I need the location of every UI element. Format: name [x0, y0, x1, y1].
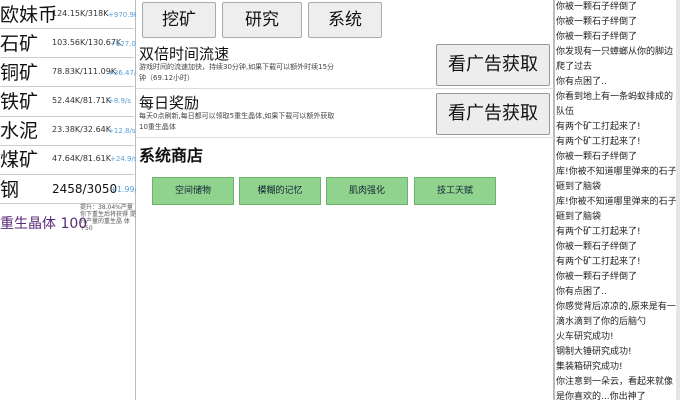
resource-row-coin: 欧妹币 124.15K/318K +970.9K/s: [0, 2, 136, 28]
resource-rate: +970.9K/s: [108, 11, 136, 19]
resource-amount: 124.15K/318K: [52, 9, 109, 18]
resource-rate: +36.47/s: [108, 69, 136, 77]
resource-rate: +8.9/s: [108, 97, 132, 105]
resource-row-coal: 煤矿 47.64K/81.61K +24.9/s: [0, 147, 136, 173]
resource-rate: +24.9/s: [110, 155, 136, 163]
resource-name: 石矿: [0, 33, 39, 55]
log-line: 砸到了脑袋: [556, 182, 602, 192]
rebirth-crystal-info: 提升：38.04%产量 你下重生后将获得 提升产量的重生晶 体+50: [80, 204, 136, 232]
resource-amount: 78.83K/111.09K: [52, 67, 117, 76]
watch-ad-button[interactable]: 看广告获取: [436, 93, 550, 135]
log-line: 你被一颗石子绊倒了: [556, 152, 638, 162]
resource-row-steel: 钢 2458/3050 +1.99/s: [0, 177, 136, 203]
log-line: 有两个矿工打起来了!: [556, 227, 641, 237]
resource-row-iron: 铁矿 52.44K/81.71K +8.9/s: [0, 89, 136, 115]
log-line: 有两个矿工打起来了!: [556, 257, 641, 267]
log-line: 你被一颗石子绊倒了: [556, 272, 638, 282]
card-description: 每天0点刷新,每日都可以领取5重生晶体,如果下载可以额外获取10重生晶体: [139, 112, 335, 131]
resource-rate: +127.07/s: [110, 40, 136, 48]
log-line: 库!你被不知道哪里弹来的石子: [556, 197, 677, 207]
divider: [0, 145, 134, 146]
log-list: 你被一颗石子绊倒了 你被一颗石子绊倒了 你被一颗石子绊倒了 你发现有一只蟑螂从你的脚边…: [555, 0, 680, 400]
card-title: 双倍时间流速: [139, 45, 230, 63]
resource-amount: 47.64K/81.61K: [52, 154, 111, 163]
shop-item-muscle[interactable]: 肌肉强化: [326, 177, 408, 205]
double-speed-card: 双倍时间流速 游戏时间的流速加快，持续30分钟,如果下载可以额外时续15分钟（6…: [136, 41, 554, 89]
log-line: 你被一颗石子绊倒了: [556, 2, 638, 12]
log-line: 有两个矿工打起来了!: [556, 137, 641, 147]
log-line: 你被一颗石子绊倒了: [556, 242, 638, 252]
resource-name: 铁矿: [0, 91, 39, 113]
resource-name: 水泥: [0, 120, 39, 142]
divider: [0, 174, 134, 175]
log-scrollbar[interactable]: [676, 0, 680, 400]
log-line: 你有点困了..: [556, 287, 607, 297]
resource-rate: +1.99/s: [110, 185, 136, 194]
log-line: 有两个矿工打起来了!: [556, 122, 641, 132]
rebirth-crystal-label: 重生晶体 100: [0, 216, 88, 232]
divider: [0, 116, 134, 117]
watch-ad-button[interactable]: 看广告获取: [436, 44, 550, 86]
log-line: 你有点困了..: [556, 77, 607, 87]
resource-name: 钢: [0, 179, 20, 201]
log-line: 你看到地上有一条蚂蚁排成的: [556, 92, 674, 102]
shop-title: 系统商店: [139, 146, 204, 165]
resource-name: 铜矿: [0, 62, 39, 84]
log-line: 你发现有一只蟑螂从你的脚边: [556, 47, 674, 57]
divider: [0, 28, 134, 29]
shop-item-memory[interactable]: 模糊的记忆: [239, 177, 321, 205]
log-line: 队伍: [556, 107, 575, 117]
tab-research[interactable]: 研究: [222, 2, 302, 38]
log-line: 你感觉背后凉凉的,原来是有一: [556, 302, 676, 312]
log-line: 是你喜欢的...你出神了: [556, 392, 646, 400]
resource-name: 煤矿: [0, 149, 39, 171]
log-line: 集装箱研究成功!: [556, 362, 623, 372]
shop-item-storage[interactable]: 空间储物: [152, 177, 234, 205]
resource-amount: 52.44K/81.71K: [52, 96, 111, 105]
log-line: 你被一颗石子绊倒了: [556, 17, 638, 27]
tab-system[interactable]: 系统: [308, 2, 382, 38]
log-line: 库!你被不知道哪里弹来的石子: [556, 167, 677, 177]
resource-amount: 23.38K/32.64K: [52, 125, 111, 134]
resource-name: 欧妹币: [0, 4, 58, 26]
resource-row-copper: 铜矿 78.83K/111.09K +36.47/s: [0, 60, 136, 86]
log-line: 爬了过去: [556, 62, 593, 72]
log-line: 你注意到一朵云，看起来就像: [556, 377, 674, 387]
main-panel: 挖矿 研究 系统 双倍时间流速 游戏时间的流速加快，持续30分钟,如果下载可以额…: [136, 0, 554, 400]
log-line: 钢制大锤研究成功!: [556, 347, 632, 357]
log-line: 你被一颗石子绊倒了: [556, 32, 638, 42]
log-line: 滴水滴到了你的后脑勺: [556, 317, 647, 327]
card-description: 游戏时间的流速加快，持续30分钟,如果下载可以额外时续15分钟（69.12小时）: [139, 63, 335, 82]
log-line: 砸到了脑袋: [556, 212, 602, 222]
divider: [0, 86, 134, 87]
resource-amount: 2458/3050: [52, 182, 118, 196]
card-title: 每日奖励: [139, 94, 200, 112]
divider: [0, 57, 134, 58]
log-line: 火车研究成功!: [556, 332, 614, 342]
tab-mining[interactable]: 挖矿: [142, 2, 216, 38]
resource-row-stone: 石矿 103.56K/130.67K +127.07/s: [0, 31, 136, 57]
resource-row-cement: 水泥 23.38K/32.64K +12.8/s: [0, 118, 136, 144]
daily-reward-card: 每日奖励 每天0点刷新,每日都可以领取5重生晶体,如果下载可以额外获取10重生晶…: [136, 90, 554, 138]
resource-panel: 欧妹币 124.15K/318K +970.9K/s 石矿 103.56K/13…: [0, 0, 136, 400]
event-log[interactable]: 你被一颗石子绊倒了 你被一颗石子绊倒了 你被一颗石子绊倒了 你发现有一只蟑螂从你的脚边…: [554, 0, 680, 400]
shop-item-talent[interactable]: 技工天赋: [414, 177, 496, 205]
resource-rate: +12.8/s: [108, 127, 136, 135]
